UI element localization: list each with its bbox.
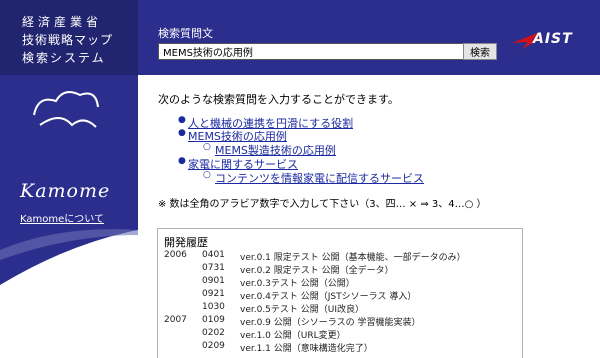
history-date: 0109 — [202, 315, 225, 325]
search-button[interactable]: 検索 — [463, 43, 497, 60]
example-query-link[interactable]: コンテンツを情報家電に配信するサービス — [215, 170, 424, 186]
header-bar: 経済産業省 技術戦略マップ 検索システム 検索質問文 検索 AIST — [0, 0, 600, 75]
bullet-icon: ● — [178, 156, 186, 166]
system-title-line-3: 検索システム — [22, 51, 106, 65]
history-row: 0202 ver.1.0 公開（URL変更） — [158, 328, 518, 341]
history-row: 1030 ver.0.5テスト 公開（UI改良） — [158, 302, 518, 315]
history-desc: ver.0.3テスト 公開（公開） — [240, 279, 355, 289]
sidebar: Kamome Kamomeについて — [0, 75, 138, 357]
history-desc: ver.1.1 公開（意味構造化完了） — [240, 344, 373, 354]
history-desc: ver.0.9 公開（シソーラスの 学習機能実装） — [240, 318, 421, 328]
history-row: 0209 ver.1.1 公開（意味構造化完了） — [158, 341, 518, 354]
history-date: 1030 — [202, 302, 225, 312]
search-input[interactable] — [158, 43, 464, 60]
history-desc: ver.0.4テスト 公開（JSTシソーラス 導入） — [240, 292, 417, 302]
about-kamome-link[interactable]: Kamomeについて — [20, 210, 104, 225]
history-desc: ver.0.2 限定テスト 公開（全データ） — [240, 266, 394, 276]
bullet-icon: ● — [178, 128, 186, 138]
input-note: ※ 数は全角のアラビア数字で入力して下さい（3、四… × ⇒ 3、4…○ ） — [158, 199, 487, 210]
history-row: 0731 ver.0.2 限定テスト 公開（全データ） — [158, 263, 518, 276]
history-date: 0901 — [202, 276, 225, 286]
system-title-line-1: 経済産業省 — [22, 15, 103, 29]
history-desc: ver.0.1 限定テスト 公開（基本機能、一部データのみ） — [240, 253, 466, 263]
bullet-icon: ● — [178, 115, 186, 125]
history-date: 0202 — [202, 328, 225, 338]
system-title-block: 経済産業省 技術戦略マップ 検索システム — [0, 0, 138, 75]
history-year: 2006 — [164, 250, 187, 260]
history-row: 0921 ver.0.4テスト 公開（JSTシソーラス 導入） — [158, 289, 518, 302]
history-title: 開発履歴 — [164, 236, 208, 249]
history-row: 2006 0401 ver.0.1 限定テスト 公開（基本機能、一部データのみ） — [158, 250, 518, 263]
bullet-circle-icon: ○ — [203, 170, 211, 180]
history-box: 開発履歴 2006 0401 ver.0.1 限定テスト 公開（基本機能、一部デ… — [157, 228, 523, 358]
intro-text: 次のような検索質問を入力することができます。 — [158, 93, 399, 106]
history-desc: ver.1.0 公開（URL変更） — [240, 331, 346, 341]
history-year: 2007 — [164, 315, 187, 325]
history-date: 0731 — [202, 263, 225, 273]
history-row: 0901 ver.0.3テスト 公開（公開） — [158, 276, 518, 289]
system-title-line-2: 技術戦略マップ — [22, 33, 114, 47]
aist-brand-text: AIST — [533, 31, 573, 47]
history-desc: ver.0.5テスト 公開（UI改良） — [240, 305, 365, 315]
history-date: 0401 — [202, 250, 225, 260]
kamome-logo-text: Kamome — [19, 180, 110, 202]
history-date: 0921 — [202, 289, 225, 299]
history-date: 0209 — [202, 341, 225, 351]
bullet-circle-icon: ○ — [203, 142, 211, 152]
history-row: 2007 0109 ver.0.9 公開（シソーラスの 学習機能実装） — [158, 315, 518, 328]
search-label: 検索質問文 — [158, 27, 213, 40]
